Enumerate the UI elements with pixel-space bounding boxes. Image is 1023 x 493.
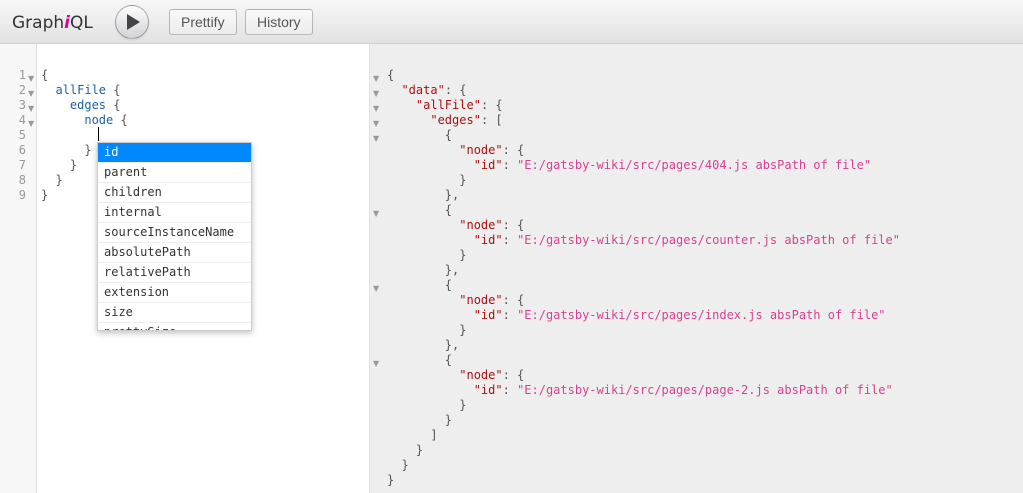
autocomplete-item[interactable]: parent — [98, 163, 251, 183]
fold-arrow-icon[interactable]: ▼ — [28, 71, 34, 86]
result-line: "node": { — [459, 218, 525, 232]
code-line-2: allFile { — [55, 83, 121, 97]
code-line-8: } — [55, 173, 63, 187]
result-line: } — [387, 323, 467, 337]
fold-arrow-icon[interactable]: ▼ — [373, 71, 379, 86]
line-number: 2 — [18, 83, 26, 97]
fold-arrow-icon[interactable]: ▼ — [373, 86, 379, 101]
result-line: ] — [387, 428, 438, 442]
logo-suffix: QL — [69, 13, 93, 33]
fold-arrow-icon[interactable]: ▼ — [373, 116, 379, 131]
line-number: 4 — [18, 113, 26, 127]
code-line-3: edges { — [69, 98, 121, 112]
autocomplete-item[interactable]: extension — [98, 283, 251, 303]
fold-arrow-icon[interactable]: ▼ — [373, 101, 379, 116]
autocomplete-item[interactable]: children — [98, 183, 251, 203]
result-line: { — [387, 353, 453, 367]
fold-arrow-icon[interactable]: ▼ — [28, 116, 34, 131]
autocomplete-item[interactable]: internal — [98, 203, 251, 223]
fold-arrow-icon[interactable]: ▼ — [28, 101, 34, 116]
result-viewer: ▼ ▼ ▼ ▼ ▼ ▼ ▼ ▼ { "data": { "allFile": {… — [370, 44, 1023, 493]
autocomplete-dropdown[interactable]: id parent children internal sourceInstan… — [97, 142, 252, 331]
autocomplete-item[interactable]: relativePath — [98, 263, 251, 283]
fold-arrow-icon[interactable]: ▼ — [373, 281, 379, 296]
fold-arrow-icon[interactable]: ▼ — [373, 356, 379, 371]
play-icon — [127, 14, 140, 30]
code-line-1: { — [41, 68, 49, 82]
result-line: "node": { — [459, 293, 525, 307]
line-number: 8 — [18, 173, 26, 187]
result-line: }, — [387, 338, 460, 352]
prettify-button[interactable]: Prettify — [169, 9, 237, 35]
result-line: "id": "E:/gatsby-wiki/src/pages/counter.… — [473, 233, 900, 247]
logo-prefix: Graph — [12, 13, 65, 33]
fold-arrow-icon[interactable]: ▼ — [28, 86, 34, 101]
code-line-7: } — [69, 158, 78, 172]
result-line: }, — [387, 188, 460, 202]
result-line: { — [387, 128, 453, 142]
code-line-6: } — [84, 143, 92, 157]
toolbar: GraphiQL Prettify History — [0, 0, 1023, 44]
result-line: } — [387, 398, 467, 412]
result-line: } — [387, 458, 409, 472]
text-cursor — [98, 127, 99, 141]
result-line: "id": "E:/gatsby-wiki/src/pages/page-2.j… — [473, 383, 893, 397]
result-line: "data": { — [401, 83, 467, 97]
result-line: } — [387, 413, 453, 427]
result-line: "id": "E:/gatsby-wiki/src/pages/404.js a… — [473, 158, 872, 172]
result-line: "edges": [ — [430, 113, 503, 127]
result-line: } — [387, 473, 395, 487]
autocomplete-item[interactable]: size — [98, 303, 251, 323]
line-number: 3 — [18, 98, 26, 112]
result-line: "allFile": { — [415, 98, 503, 112]
result-line: { — [387, 68, 395, 82]
execute-query-button[interactable] — [115, 5, 149, 39]
line-number: 9 — [18, 188, 26, 202]
line-number: 5 — [18, 128, 26, 142]
line-number: 1 — [18, 68, 26, 82]
result-line: { — [387, 278, 453, 292]
result-line: }, — [387, 263, 460, 277]
code-line-9: } — [41, 188, 49, 202]
autocomplete-item[interactable]: sourceInstanceName — [98, 223, 251, 243]
result-line: } — [387, 443, 424, 457]
autocomplete-item[interactable]: absolutePath — [98, 243, 251, 263]
graphiql-logo: GraphiQL — [12, 13, 93, 33]
line-number: 6 — [18, 143, 26, 157]
history-button[interactable]: History — [245, 9, 313, 35]
autocomplete-item[interactable]: prettySize — [98, 323, 251, 330]
fold-arrow-icon[interactable]: ▼ — [373, 131, 379, 146]
line-number: 7 — [18, 158, 26, 172]
fold-arrow-icon[interactable]: ▼ — [373, 206, 379, 221]
result-line: "node": { — [459, 143, 525, 157]
result-line: { — [387, 203, 453, 217]
code-line-4: node { — [84, 113, 128, 127]
result-line: "node": { — [459, 368, 525, 382]
autocomplete-item[interactable]: id — [98, 143, 251, 163]
result-line: } — [387, 248, 467, 262]
result-line: } — [387, 173, 467, 187]
result-line: "id": "E:/gatsby-wiki/src/pages/index.js… — [473, 308, 886, 322]
